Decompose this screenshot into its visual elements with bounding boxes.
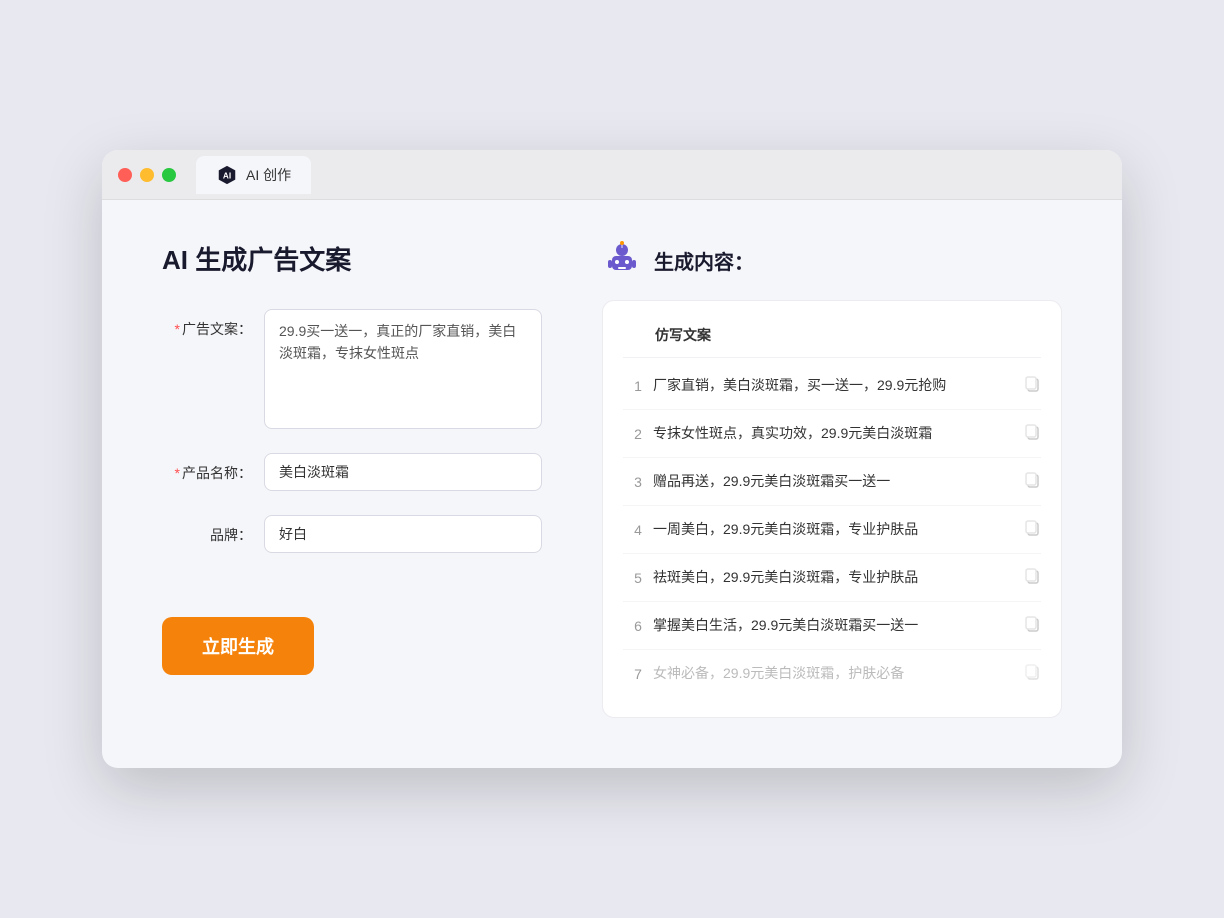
result-text: 掌握美白生活，29.9元美白淡斑霜买一送一 — [653, 615, 1015, 636]
left-panel: AI 生成广告文案 *广告文案： 29.9买一送一，真正的厂家直销，美白淡斑霜，… — [162, 240, 542, 718]
result-number: 5 — [623, 570, 653, 586]
tab-label: AI 创作 — [246, 165, 291, 185]
ai-tab-icon: AI — [216, 164, 238, 186]
titlebar: AI AI 创作 — [102, 150, 1122, 200]
minimize-button[interactable] — [140, 168, 154, 182]
brand-group: 品牌： — [162, 515, 542, 553]
ad-copy-textarea[interactable]: 29.9买一送一，真正的厂家直销，美白淡斑霜，专抹女性斑点 — [264, 309, 542, 429]
result-header: 生成内容： — [602, 240, 1062, 280]
result-text: 厂家直销，美白淡斑霜，买一送一，29.9元抢购 — [653, 375, 1015, 396]
result-row: 7女神必备，29.9元美白淡斑霜，护肤必备 — [623, 650, 1041, 697]
result-number: 3 — [623, 474, 653, 490]
copy-icon[interactable] — [1023, 470, 1041, 493]
copy-icon[interactable] — [1023, 422, 1041, 445]
ai-tab[interactable]: AI AI 创作 — [196, 156, 311, 194]
result-row: 3赠品再送，29.9元美白淡斑霜买一送一 — [623, 458, 1041, 506]
result-box: 仿写文案 1厂家直销，美白淡斑霜，买一送一，29.9元抢购 2专抹女性斑点，真实… — [602, 300, 1062, 718]
generate-button[interactable]: 立即生成 — [162, 617, 314, 675]
main-layout: AI 生成广告文案 *广告文案： 29.9买一送一，真正的厂家直销，美白淡斑霜，… — [162, 240, 1062, 718]
close-button[interactable] — [118, 168, 132, 182]
result-text: 祛斑美白，29.9元美白淡斑霜，专业护肤品 — [653, 567, 1015, 588]
product-input[interactable] — [264, 453, 542, 491]
copy-icon[interactable] — [1023, 662, 1041, 685]
browser-content: AI 生成广告文案 *广告文案： 29.9买一送一，真正的厂家直销，美白淡斑霜，… — [102, 200, 1122, 768]
copy-icon[interactable] — [1023, 374, 1041, 397]
required-mark-product: * — [175, 465, 180, 481]
result-number: 7 — [623, 666, 653, 682]
result-number: 2 — [623, 426, 653, 442]
brand-label: 品牌： — [162, 515, 252, 545]
result-text: 赠品再送，29.9元美白淡斑霜买一送一 — [653, 471, 1015, 492]
result-row: 1厂家直销，美白淡斑霜，买一送一，29.9元抢购 — [623, 362, 1041, 410]
result-text: 女神必备，29.9元美白淡斑霜，护肤必备 — [653, 663, 1015, 684]
ad-copy-group: *广告文案： 29.9买一送一，真正的厂家直销，美白淡斑霜，专抹女性斑点 — [162, 309, 542, 429]
browser-window: AI AI 创作 AI 生成广告文案 *广告文案： 29.9买一送一，真正的厂家… — [102, 150, 1122, 768]
result-title: 生成内容： — [654, 246, 754, 275]
result-text: 一周美白，29.9元美白淡斑霜，专业护肤品 — [653, 519, 1015, 540]
ad-copy-label: *广告文案： — [162, 309, 252, 339]
page-title: AI 生成广告文案 — [162, 240, 542, 277]
result-row: 2专抹女性斑点，真实功效，29.9元美白淡斑霜 — [623, 410, 1041, 458]
brand-input[interactable] — [264, 515, 542, 553]
results-list: 1厂家直销，美白淡斑霜，买一送一，29.9元抢购 2专抹女性斑点，真实功效，29… — [623, 362, 1041, 697]
product-label: *产品名称： — [162, 453, 252, 483]
traffic-lights — [118, 168, 176, 182]
table-header: 仿写文案 — [623, 321, 1041, 358]
copy-icon[interactable] — [1023, 566, 1041, 589]
result-number: 1 — [623, 378, 653, 394]
copy-icon[interactable] — [1023, 614, 1041, 637]
result-row: 4一周美白，29.9元美白淡斑霜，专业护肤品 — [623, 506, 1041, 554]
right-panel: 生成内容： 仿写文案 1厂家直销，美白淡斑霜，买一送一，29.9元抢购 2专抹女… — [602, 240, 1062, 718]
robot-icon — [602, 240, 642, 280]
result-text: 专抹女性斑点，真实功效，29.9元美白淡斑霜 — [653, 423, 1015, 444]
result-number: 6 — [623, 618, 653, 634]
result-row: 6掌握美白生活，29.9元美白淡斑霜买一送一 — [623, 602, 1041, 650]
svg-text:AI: AI — [223, 171, 231, 180]
maximize-button[interactable] — [162, 168, 176, 182]
copy-icon[interactable] — [1023, 518, 1041, 541]
product-name-group: *产品名称： — [162, 453, 542, 491]
result-row: 5祛斑美白，29.9元美白淡斑霜，专业护肤品 — [623, 554, 1041, 602]
required-mark-ad: * — [175, 321, 180, 337]
result-number: 4 — [623, 522, 653, 538]
